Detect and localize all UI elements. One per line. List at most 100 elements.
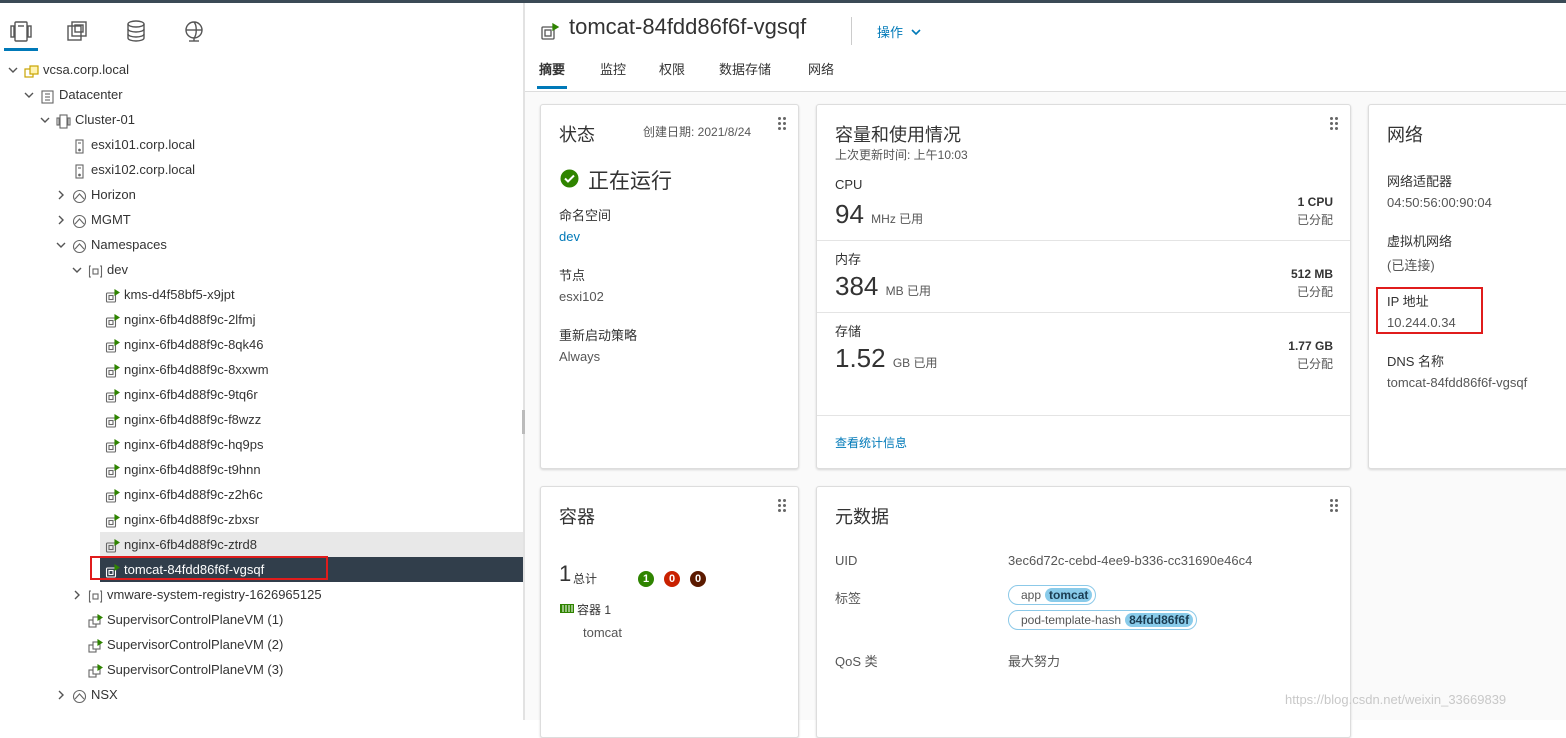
network-card-title: 网络 (1387, 125, 1423, 145)
host-icon (72, 137, 87, 154)
tree-node[interactable]: SupervisorControlPlaneVM (3) (0, 657, 523, 682)
chevron-down-icon[interactable] (70, 257, 84, 282)
vm-network-value: (已连接) (1387, 258, 1435, 273)
label-tag: app tomcat (1008, 585, 1097, 605)
actions-menu[interactable]: 操作 (877, 22, 922, 41)
card-drag-handle[interactable] (1330, 117, 1338, 131)
vcenter-icon (24, 62, 39, 78)
tree-node[interactable]: esxi101.corp.local (0, 132, 523, 157)
container-label: 容器 1 (577, 603, 612, 617)
resource-pool-icon (72, 687, 87, 704)
vm-icon (88, 612, 104, 628)
storage-used: 1.52 GB 已用 (835, 343, 938, 374)
tag-value: tomcat (1045, 588, 1093, 602)
tree-node[interactable]: MGMT (0, 207, 523, 232)
inventory-tree: vcsa.corp.local Datacenter Cluster-01 esxi1… (0, 57, 523, 707)
tree-node-label: nginx-6fb4d88f9c-hq9ps (124, 437, 264, 452)
tree-node[interactable]: nginx-6fb4d88f9c-t9hnn (100, 457, 523, 482)
pod-icon (105, 362, 121, 378)
view-stats-link[interactable]: 查看统计信息 (835, 434, 907, 451)
tree-node-label: nginx-6fb4d88f9c-zbxsr (124, 512, 260, 527)
chevron-right-icon[interactable] (54, 207, 68, 232)
tree-node-label: SupervisorControlPlaneVM (2) (107, 637, 284, 652)
chevron-down-icon[interactable] (6, 57, 20, 82)
tag-value: 84fdd86f6f (1125, 613, 1194, 627)
tree-node-label: SupervisorControlPlaneVM (1) (107, 612, 284, 627)
vms-templates-tab[interactable] (66, 19, 90, 43)
tree-node[interactable]: Cluster-01 (0, 107, 523, 132)
tab-networks[interactable]: 网络 (808, 59, 834, 78)
tree-node[interactable]: vcsa.corp.local (0, 57, 523, 82)
dns-name-value: tomcat-84fdd86f6f-vgsqf (1387, 375, 1528, 390)
navigator-tabs (0, 3, 523, 53)
tree-node[interactable]: SupervisorControlPlaneVM (2) (0, 632, 523, 657)
tree-node[interactable]: nginx-6fb4d88f9c-8xxwm (100, 357, 523, 382)
tab-summary[interactable]: 摘要 (536, 59, 568, 89)
chevron-right-icon[interactable] (54, 682, 68, 707)
tree-node[interactable]: esxi102.corp.local (0, 157, 523, 182)
chevron-down-icon[interactable] (38, 107, 52, 132)
networking-icon (185, 21, 203, 42)
tree-node[interactable]: dev (0, 257, 523, 282)
pod-icon (105, 312, 121, 328)
tab-datastores[interactable]: 数据存储 (719, 59, 771, 78)
vm-network-label: 虚拟机网络 (1387, 234, 1453, 249)
tree-node-label: dev (107, 262, 128, 277)
created-date: 创建日期: 2021/8/24 (643, 125, 752, 139)
tree-node[interactable]: nginx-6fb4d88f9c-8qk46 (100, 332, 523, 357)
pod-icon (105, 412, 121, 428)
hosts-clusters-tab[interactable] (4, 19, 38, 51)
tree-node[interactable]: nginx-6fb4d88f9c-f8wzz (100, 407, 523, 432)
last-updated: 上次更新时间: 上午10:03 (835, 148, 968, 162)
namespace-link[interactable]: dev (559, 229, 580, 244)
tree-node[interactable]: vmware-system-registry-1626965125 (0, 582, 523, 607)
container-icon (560, 604, 574, 613)
cpu-allocated: 1 CPU (1297, 195, 1333, 209)
page-title: tomcat-84fdd86f6f-vgsqf (569, 14, 807, 39)
tree-node[interactable]: SupervisorControlPlaneVM (1) (0, 607, 523, 632)
cpu-allocated-label: 已分配 (1296, 213, 1333, 227)
storage-allocated: 1.77 GB (1288, 339, 1333, 353)
vm-icon (88, 662, 104, 678)
capacity-card-title: 容量和使用情况 (835, 125, 961, 145)
tree-node-label: nginx-6fb4d88f9c-2lfmj (124, 312, 256, 327)
chevron-down-icon[interactable] (54, 232, 68, 257)
tree-node-label: esxi102.corp.local (91, 162, 196, 177)
containers-card: 容器 1 总计 1 0 0 容器 1 tomcat (540, 486, 799, 738)
chevron-right-icon[interactable] (70, 582, 84, 607)
tab-monitor[interactable]: 监控 (600, 59, 626, 78)
tree-node[interactable]: nginx-6fb4d88f9c-2lfmj (100, 307, 523, 332)
tree-node[interactable]: nginx-6fb4d88f9c-zbxsr (100, 507, 523, 532)
tree-node[interactable]: Namespaces (0, 232, 523, 257)
memory-used-value: 384 (835, 271, 879, 301)
tree-node-label: nginx-6fb4d88f9c-f8wzz (124, 412, 262, 427)
storage-used-unit: GB 已用 (892, 356, 938, 370)
card-drag-handle[interactable] (778, 499, 786, 513)
labels-label: 标签 (835, 591, 862, 606)
tree-node-label: MGMT (91, 212, 131, 227)
chevron-right-icon[interactable] (54, 182, 68, 207)
tree-node[interactable]: Datacenter (0, 82, 523, 107)
tree-node[interactable]: NSX (0, 682, 523, 707)
memory-used-unit: MB 已用 (885, 284, 931, 298)
vms-templates-icon (67, 21, 87, 41)
card-drag-handle[interactable] (778, 117, 786, 131)
tree-node[interactable]: tomcat-84fdd86f6f-vgsqf (100, 557, 523, 582)
storage-tab[interactable] (124, 19, 148, 43)
tab-permissions[interactable]: 权限 (659, 59, 685, 78)
pod-icon (105, 437, 121, 453)
tree-node-label: esxi101.corp.local (91, 137, 196, 152)
tree-node[interactable]: Horizon (0, 182, 523, 207)
tree-node[interactable]: nginx-6fb4d88f9c-hq9ps (100, 432, 523, 457)
tree-node[interactable]: kms-d4f58bf5-x9jpt (100, 282, 523, 307)
chevron-down-icon[interactable] (22, 82, 36, 107)
networking-tab[interactable] (182, 19, 206, 43)
tree-node[interactable]: nginx-6fb4d88f9c-ztrd8 (100, 532, 523, 557)
pod-icon (105, 512, 121, 528)
tree-node-label: nginx-6fb4d88f9c-8xxwm (124, 362, 269, 377)
tree-node[interactable]: nginx-6fb4d88f9c-z2h6c (100, 482, 523, 507)
restart-policy-value: Always (559, 349, 601, 364)
tree-node[interactable]: nginx-6fb4d88f9c-9tq6r (100, 382, 523, 407)
card-drag-handle[interactable] (1330, 499, 1338, 513)
containers-total: 1 (559, 561, 572, 586)
